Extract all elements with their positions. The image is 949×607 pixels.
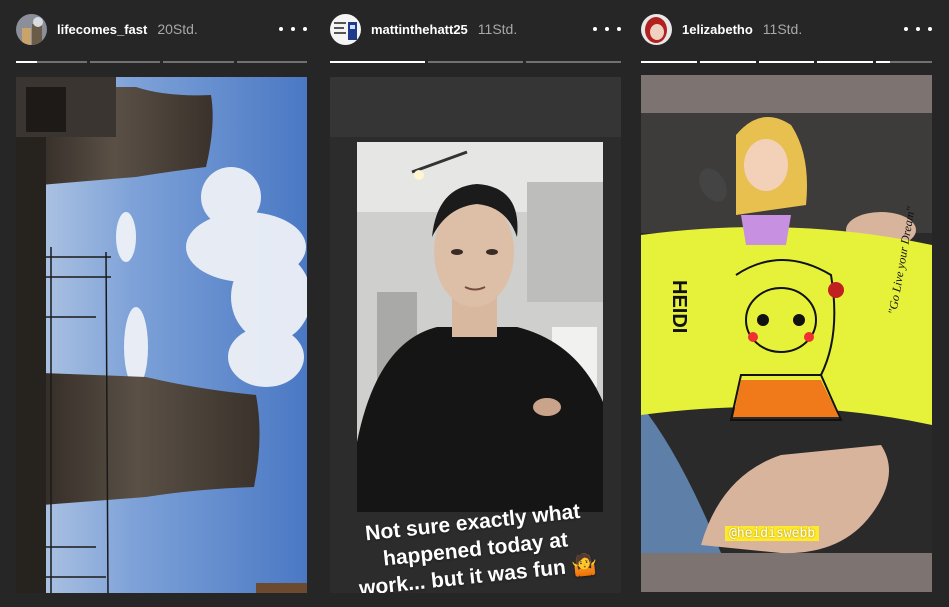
avatar[interactable] <box>330 13 361 45</box>
progress-segment <box>526 61 621 63</box>
avatar[interactable] <box>16 13 47 45</box>
progress-segment <box>236 61 307 63</box>
progress-segment <box>330 61 425 63</box>
timestamp: 11Std. <box>477 21 518 37</box>
story-image-cooling-towers[interactable] <box>16 77 307 593</box>
story-card-1[interactable]: lifecomes_fast 20Std. <box>16 0 307 607</box>
username[interactable]: mattinthehatt25 <box>371 22 468 37</box>
username[interactable]: 1elizabetho <box>682 22 753 37</box>
avatar[interactable] <box>641 13 672 45</box>
more-options-icon[interactable] <box>904 19 932 39</box>
story-header: lifecomes_fast 20Std. <box>16 13 307 45</box>
progress-segment <box>16 61 87 63</box>
progress-segment <box>699 61 756 63</box>
progress-segment <box>817 61 874 63</box>
story-progress-bar <box>16 61 307 63</box>
progress-segment <box>428 61 523 63</box>
story-card-3[interactable]: 1elizabetho 11Std. HEIDI "Go Live your D… <box>641 0 932 607</box>
tape-name-text: HEIDI <box>668 280 690 333</box>
story-image-tape[interactable]: HEIDI "Go Live your Dream" @heidiswebb <box>641 75 932 592</box>
timestamp: 20Std. <box>157 21 198 37</box>
progress-segment <box>89 61 160 63</box>
progress-segment <box>641 61 697 63</box>
story-progress-bar <box>330 61 621 63</box>
story-progress-bar <box>641 61 932 63</box>
progress-segment <box>876 61 932 63</box>
mention-tag[interactable]: @heidiswebb <box>725 526 820 541</box>
timestamp: 11Std. <box>762 21 803 37</box>
story-header: mattinthehatt25 11Std. <box>330 13 621 45</box>
progress-segment <box>758 61 815 63</box>
story-image-haircut[interactable]: Not sure exactly what happened today at … <box>330 77 621 593</box>
story-header: 1elizabetho 11Std. <box>641 13 932 45</box>
username[interactable]: lifecomes_fast <box>57 22 147 37</box>
progress-segment <box>163 61 234 63</box>
more-options-icon[interactable] <box>593 19 621 39</box>
story-card-2[interactable]: mattinthehatt25 11Std. Not sure exactly … <box>330 0 621 607</box>
more-options-icon[interactable] <box>279 19 307 39</box>
